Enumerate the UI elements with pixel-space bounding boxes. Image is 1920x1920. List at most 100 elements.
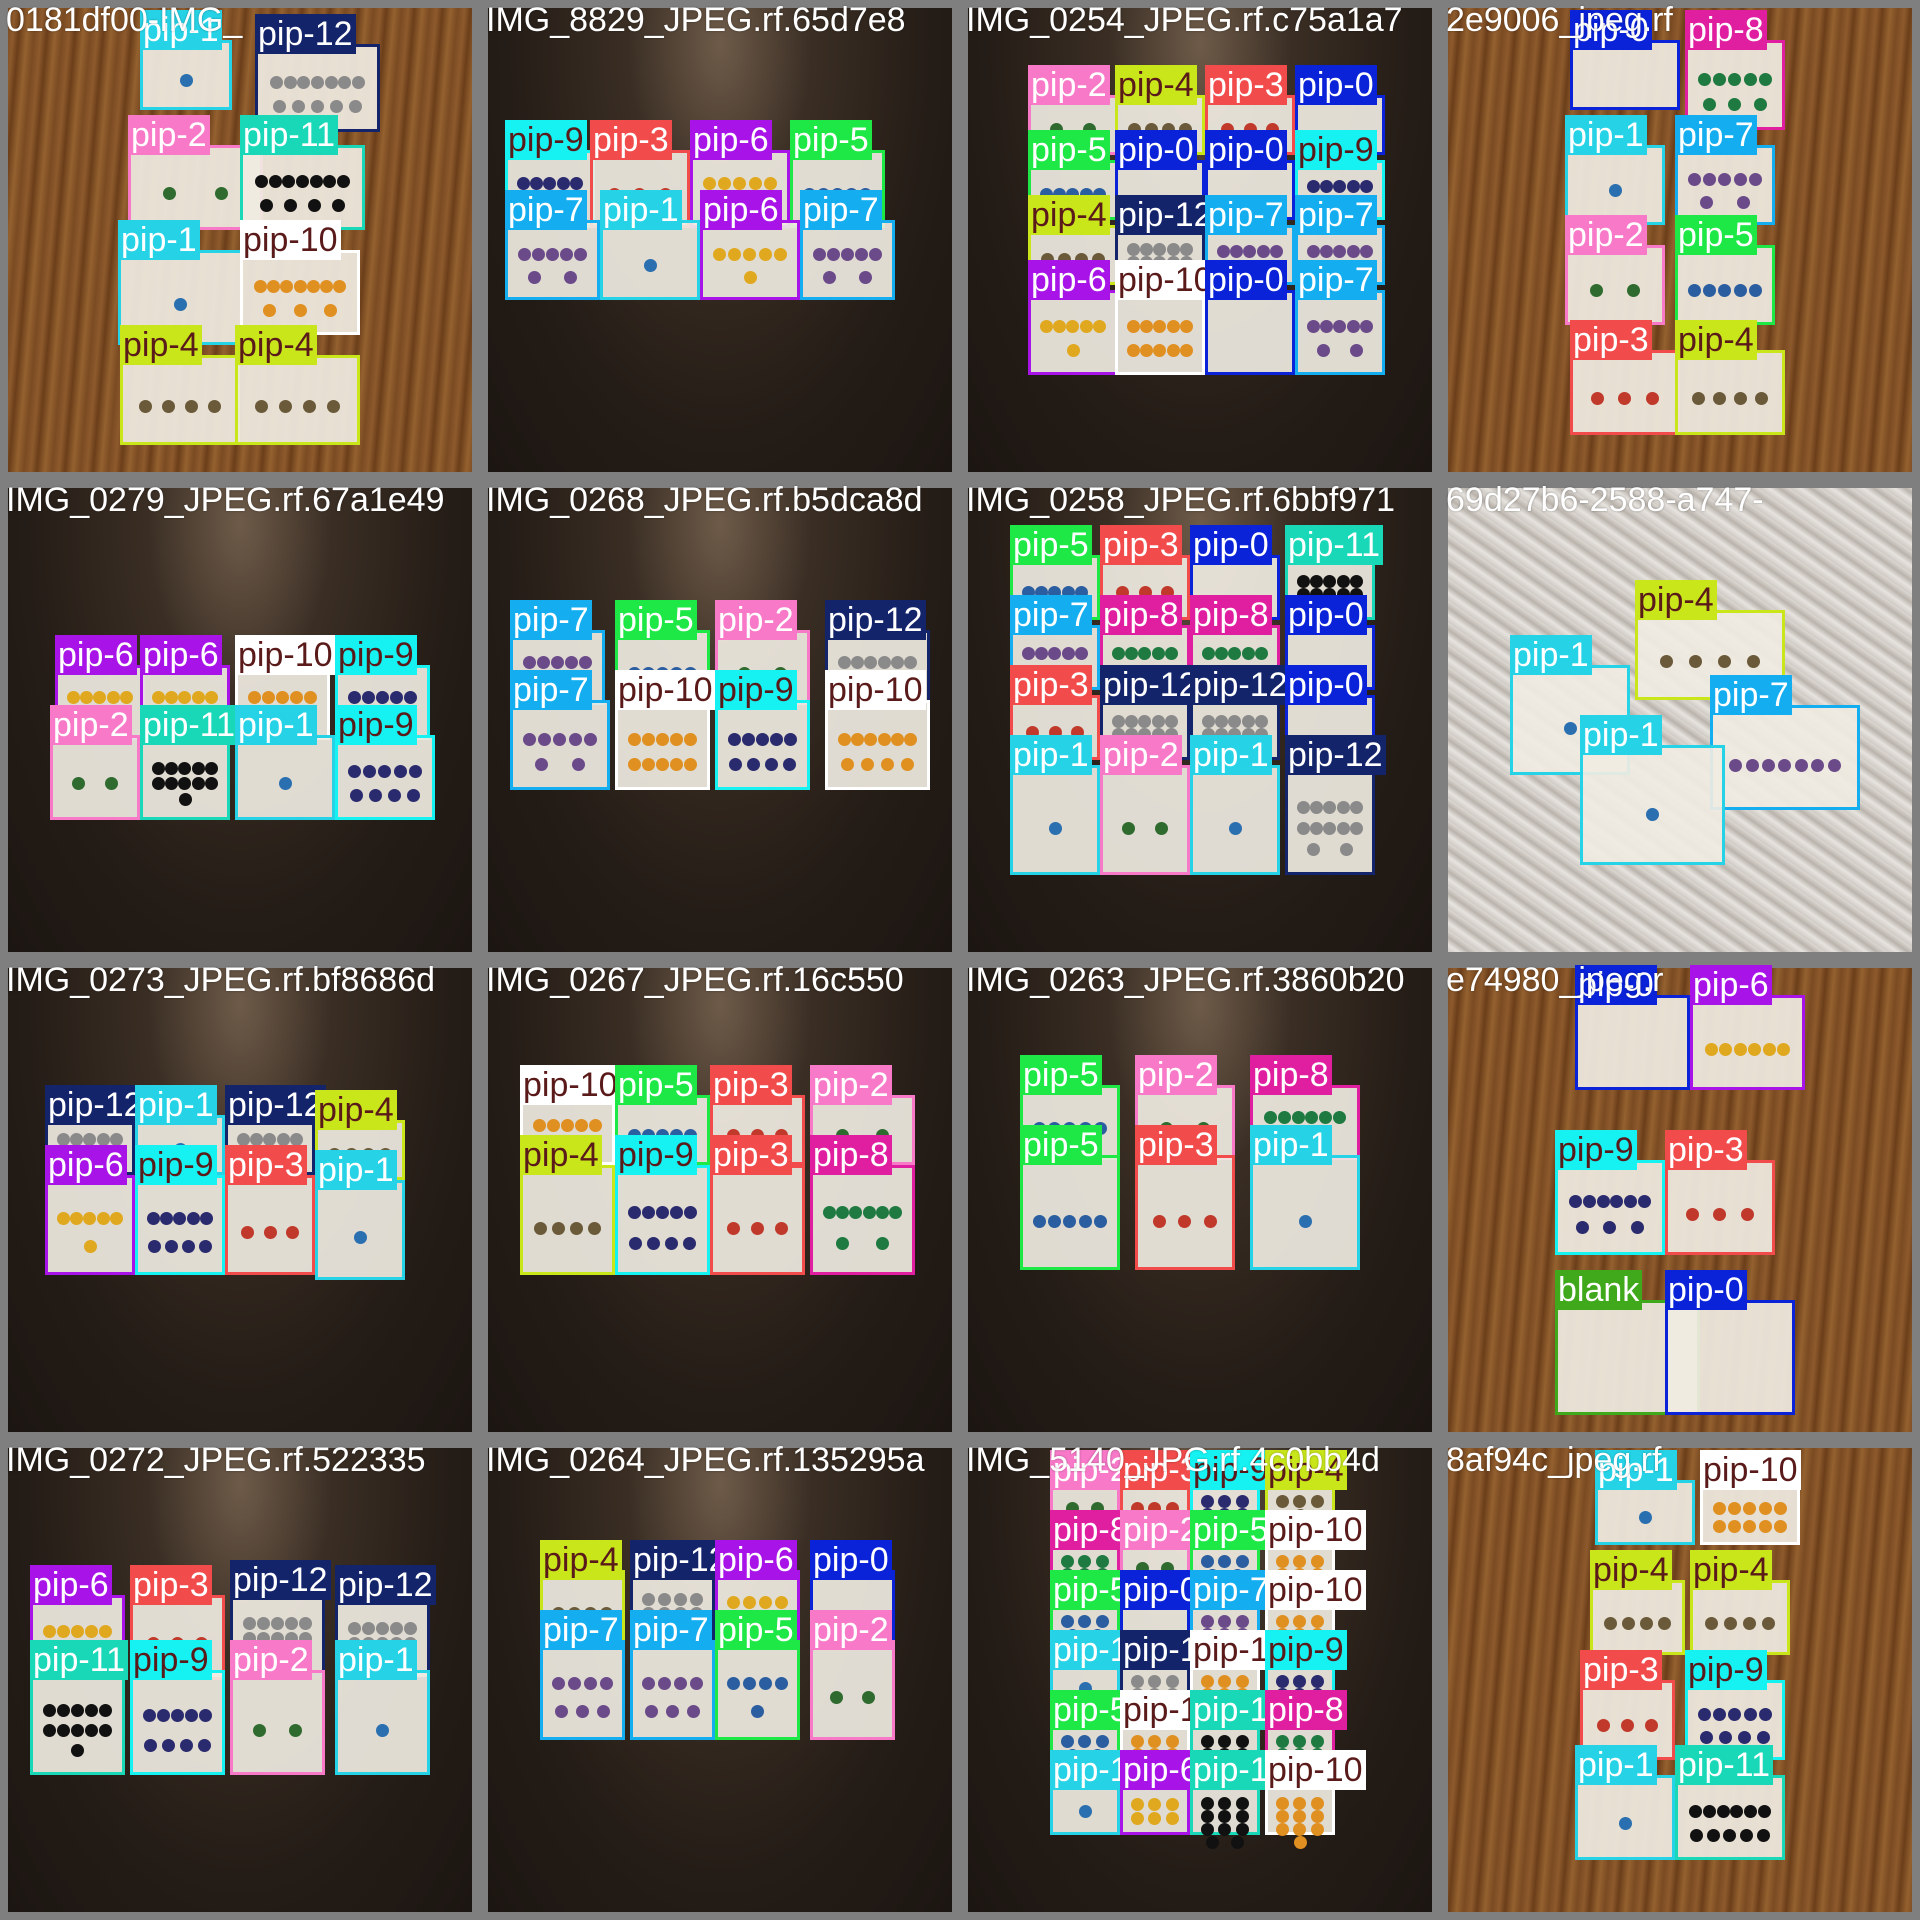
pip-dot <box>1319 1111 1333 1125</box>
pip-dot <box>1360 179 1374 193</box>
pip-dot <box>1066 320 1080 334</box>
pip-dot <box>1620 1719 1634 1733</box>
pip-dot <box>1241 714 1255 728</box>
pip-dot <box>1744 1805 1758 1819</box>
pip-dot <box>351 75 365 89</box>
pip-dot <box>404 1621 418 1635</box>
pip-dot <box>517 248 531 262</box>
detection-label: pip-9 <box>505 120 587 160</box>
pip-dot <box>1095 1555 1109 1569</box>
pip-dot <box>627 757 641 771</box>
mosaic-tile: pip-5 pip-3 pip-0 pip-11 pip-7 pip-8 pip-8 pip-… <box>960 480 1440 960</box>
detection-label: pip-2 <box>715 600 797 640</box>
pip-dot <box>1255 714 1269 728</box>
detection-box <box>335 735 435 820</box>
pip-dot <box>1688 284 1702 298</box>
pip-dot <box>774 1221 788 1235</box>
detection-box <box>1295 290 1385 375</box>
pip-dot <box>1690 1829 1704 1843</box>
domino-pips <box>42 1701 113 1760</box>
pip-dot <box>823 270 837 284</box>
pip-dot <box>93 691 107 705</box>
pip-dot <box>165 1240 179 1254</box>
pip-dot <box>1153 243 1167 257</box>
pip-dot <box>1733 392 1747 406</box>
detection-label: pip-9 <box>335 705 417 745</box>
domino-pips <box>134 382 225 432</box>
pip-dot <box>56 1704 70 1718</box>
detection-label: pip-10 <box>615 670 716 710</box>
detection-label: pip-3 <box>130 1565 212 1605</box>
pip-dot <box>1618 392 1632 406</box>
detection-label: pip-8 <box>1685 10 1767 50</box>
pip-dot <box>1323 574 1337 588</box>
detection-box <box>1565 245 1665 325</box>
pip-dot <box>1218 1796 1232 1810</box>
detection-label: pip-3 <box>225 1145 307 1185</box>
domino-pips <box>627 1197 698 1259</box>
pip-dot <box>862 1206 876 1220</box>
domino-pips <box>247 760 322 807</box>
detection-label: pip-4 <box>235 325 317 365</box>
pip-dot <box>890 656 904 670</box>
pip-dot <box>673 1592 687 1606</box>
pip-dot <box>1336 801 1350 814</box>
pip-dot <box>361 691 375 705</box>
pip-dot <box>875 1206 889 1220</box>
detection-label: pip-10 <box>1265 1750 1366 1790</box>
domino-pips <box>255 170 350 217</box>
detection-label: pip-3 <box>1100 525 1182 565</box>
detection-box <box>800 220 895 300</box>
detection-box <box>1675 145 1775 225</box>
pip-dot <box>1758 1805 1772 1819</box>
pip-dot <box>597 1705 611 1719</box>
detection-box <box>50 735 140 820</box>
pip-dot <box>864 656 878 670</box>
mosaic-tile: pip-1 pip-12 pip-2 pip-11 pip-1 pip-10 pip-4 pi… <box>0 0 480 480</box>
domino-pips <box>1680 1334 1779 1399</box>
pip-dot <box>837 732 851 746</box>
tile-filename: IMG_0272_JPEG.rf.522335 <box>6 1441 426 1479</box>
pip-dot <box>254 280 268 294</box>
pip-dot <box>1719 1730 1733 1744</box>
pip-dot <box>105 777 119 791</box>
pip-dot <box>553 732 567 746</box>
detection-label: pip-10 <box>520 1065 621 1105</box>
mosaic-tile: pip-0 pip-6 pip-9 pip-3 blank pip-0 e74980_jpe… <box>1440 960 1920 1440</box>
pip-dot <box>253 1723 267 1737</box>
pip-dot <box>361 1621 375 1635</box>
pip-dot <box>1263 1111 1277 1125</box>
pip-dot <box>1256 244 1270 258</box>
detection-box <box>1028 290 1118 375</box>
pip-dot <box>1638 1510 1652 1524</box>
pip-dot <box>1333 244 1347 258</box>
pip-dot <box>755 732 769 746</box>
pip-dot <box>56 1723 70 1737</box>
detection-label: pip-4 <box>315 1090 397 1130</box>
pip-dot <box>1126 320 1140 334</box>
detection-label: pip-6 <box>140 635 222 675</box>
pip-dot <box>390 691 404 705</box>
detection-label: pip-1 <box>235 705 317 745</box>
domino-pips <box>1263 1189 1346 1254</box>
pip-dot <box>323 175 337 189</box>
pip-dot <box>728 248 742 262</box>
pip-dot <box>284 199 298 213</box>
pip-dot <box>1718 173 1732 187</box>
pip-dot <box>1618 1817 1632 1831</box>
pip-dot <box>826 248 840 262</box>
pip-dot <box>1125 714 1139 728</box>
pip-dot <box>684 1206 698 1220</box>
pip-dot <box>644 1705 658 1719</box>
domino-pips <box>1296 797 1364 859</box>
pip-dot <box>1218 1809 1232 1823</box>
detection-box <box>1580 745 1725 865</box>
pip-dot <box>569 1221 583 1235</box>
domino-pips <box>250 382 345 432</box>
pip-dot <box>285 1616 299 1630</box>
detection-box <box>810 1165 915 1275</box>
pip-dot <box>684 732 698 746</box>
pip-dot <box>330 100 343 114</box>
pip-dot <box>323 304 337 318</box>
pip-dot <box>1794 758 1808 772</box>
